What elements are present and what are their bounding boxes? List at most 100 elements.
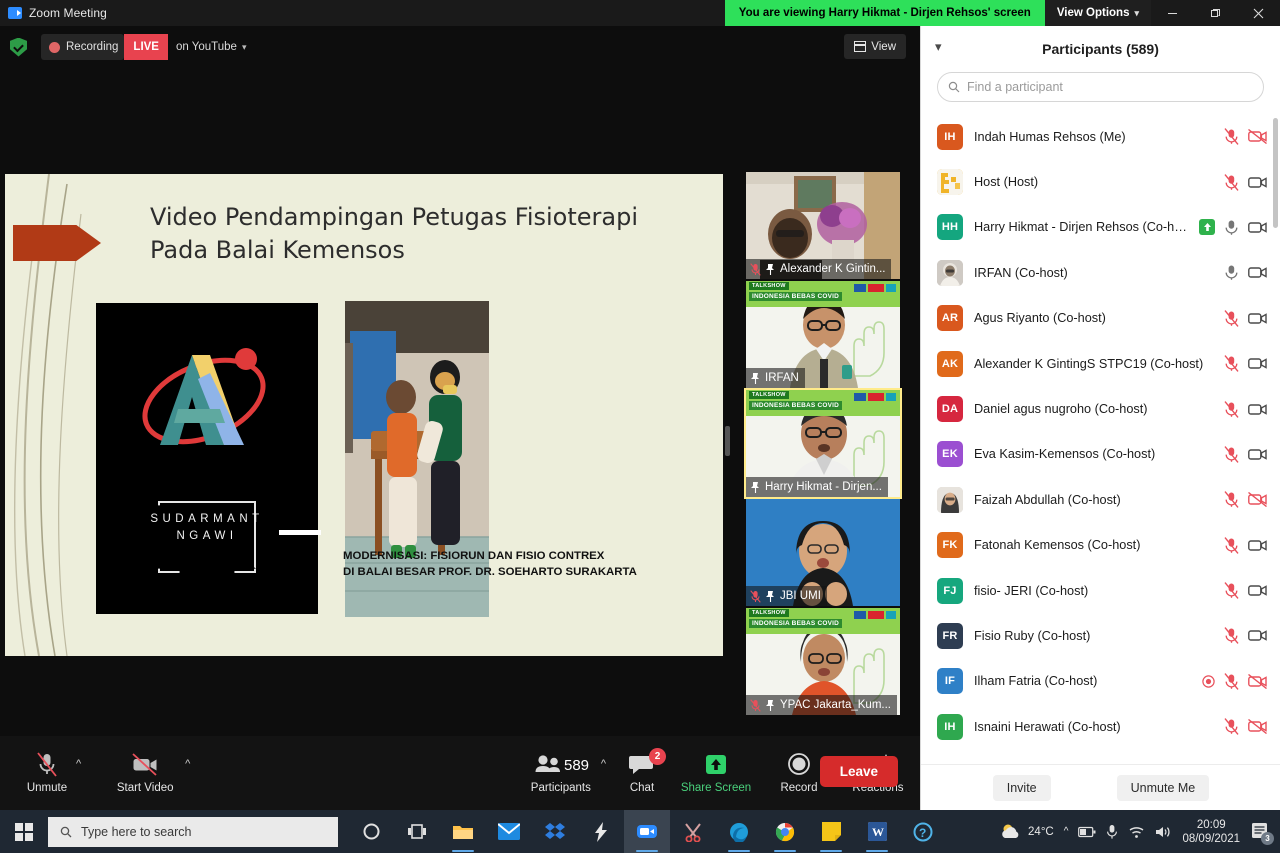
mic-on-icon[interactable] (1224, 219, 1239, 236)
video-off-icon[interactable] (1248, 719, 1267, 735)
search-input[interactable] (967, 80, 1253, 94)
video-on-icon[interactable] (1248, 447, 1267, 462)
video-on-icon[interactable] (1248, 220, 1267, 235)
video-on-icon[interactable] (1248, 311, 1267, 326)
mic-muted-icon[interactable] (1224, 718, 1239, 736)
taskbar-clock[interactable]: 20:09 08/09/2021 (1182, 818, 1240, 846)
mic-muted-icon[interactable] (1224, 582, 1239, 599)
participants-button[interactable]: 589 Participants (517, 736, 605, 810)
taskbar-search[interactable]: Type here to search (48, 816, 338, 847)
share-scroll-handle[interactable] (725, 426, 730, 456)
participant-row[interactable]: IH Isnaini Herawati (Co-host) (921, 704, 1280, 749)
unmute-me-button[interactable]: Unmute Me (1116, 774, 1210, 801)
weather-widget[interactable]: 24°C (1000, 822, 1054, 842)
participant-name: Host (Host) (974, 175, 1039, 190)
help-icon[interactable]: ? (900, 810, 946, 853)
participant-search-box[interactable] (937, 72, 1264, 102)
raise-hand-icon[interactable] (1199, 219, 1215, 236)
share-screen-button[interactable]: Share Screen (670, 736, 762, 810)
chrome-icon[interactable] (762, 810, 808, 853)
mic-muted-icon[interactable] (1224, 491, 1239, 509)
mail-icon[interactable] (486, 810, 532, 853)
recording-indicator[interactable]: Recording (41, 34, 125, 60)
word-icon[interactable]: W (854, 810, 900, 853)
mic-muted-icon[interactable] (1224, 673, 1239, 690)
cortana-icon[interactable] (348, 810, 394, 853)
zoom-icon[interactable] (624, 810, 670, 853)
close-button[interactable] (1237, 0, 1280, 26)
participant-status-icons (1202, 673, 1267, 690)
video-thumbnail-active[interactable]: TALKSHOW INDONESIA BEBAS COVID Harry Hik… (744, 388, 902, 499)
live-destination[interactable]: on YouTube ▾ (168, 34, 255, 60)
video-off-icon[interactable] (1248, 129, 1267, 145)
thumbnail-name: Alexander K Gintin... (780, 263, 886, 275)
participants-list[interactable]: IH Indah Humas Rehsos (Me) Host (Host) HH Ha… (921, 114, 1280, 782)
unmute-button[interactable]: Unmute (16, 736, 78, 810)
participant-row[interactable]: AK Alexander K GintingS STPC19 (Co-host) (921, 341, 1280, 386)
svg-text:589: 589 (564, 757, 589, 774)
participant-row[interactable]: IRFAN (Co-host) (921, 250, 1280, 295)
wifi-icon[interactable] (1128, 825, 1145, 839)
zoom-meeting-window: Zoom Meeting You are viewing Harry Hikma… (0, 0, 1280, 853)
video-thumbnail[interactable]: TALKSHOW INDONESIA BEBAS COVID IRFAN (746, 281, 900, 388)
shared-screen-slide[interactable]: Video Pendampingan Petugas Fisioterapi P… (5, 174, 723, 656)
view-layout-button[interactable]: View (844, 34, 906, 59)
participant-row[interactable]: Host (Host) (921, 159, 1280, 204)
sticky-notes-icon[interactable] (808, 810, 854, 853)
participant-row[interactable]: DA Daniel agus nugroho (Co-host) (921, 386, 1280, 431)
task-view-icon[interactable] (394, 810, 440, 853)
file-explorer-icon[interactable] (440, 810, 486, 853)
invite-button[interactable]: Invite (992, 774, 1051, 801)
encryption-shield-icon[interactable] (10, 37, 27, 57)
volume-icon[interactable] (1155, 825, 1172, 839)
start-button[interactable] (0, 810, 48, 853)
video-on-icon[interactable] (1248, 356, 1267, 371)
view-options-button[interactable]: View Options ▾ (1044, 0, 1151, 26)
video-on-icon[interactable] (1248, 583, 1267, 598)
mic-muted-icon[interactable] (1224, 355, 1239, 372)
show-hidden-icons-chevron-icon[interactable]: ^ (1064, 826, 1069, 837)
mic-on-icon[interactable] (1224, 264, 1239, 281)
maximize-button[interactable] (1194, 0, 1237, 26)
battery-icon[interactable] (1078, 825, 1096, 839)
mic-muted-icon[interactable] (1224, 128, 1239, 146)
participant-row[interactable]: EK Eva Kasim-Kemensos (Co-host) (921, 432, 1280, 477)
microphone-icon[interactable] (1106, 824, 1118, 840)
video-off-icon[interactable] (1248, 673, 1267, 689)
participant-row[interactable]: AR Agus Riyanto (Co-host) (921, 296, 1280, 341)
edge-icon[interactable] (716, 810, 762, 853)
video-on-icon[interactable] (1248, 538, 1267, 553)
video-thumbnail[interactable]: TALKSHOW INDONESIA BEBAS COVID YPAC Jaka… (746, 608, 900, 715)
mic-muted-icon[interactable] (1224, 173, 1239, 191)
minimize-button[interactable] (1151, 0, 1194, 26)
mic-muted-icon[interactable] (1224, 400, 1239, 418)
video-thumbnail[interactable]: Alexander K Gintin... (746, 172, 900, 279)
participant-row[interactable]: FK Fatonah Kemensos (Co-host) (921, 523, 1280, 568)
video-on-icon[interactable] (1248, 402, 1267, 417)
mic-muted-icon[interactable] (1224, 627, 1239, 645)
video-thumbnail[interactable]: JBI UMI (746, 499, 900, 606)
chat-button[interactable]: 2 Chat (614, 736, 670, 810)
participant-row[interactable]: FJ fisio- JERI (Co-host) (921, 568, 1280, 613)
snipping-tool-icon[interactable] (670, 810, 716, 853)
start-video-button[interactable]: Start Video (103, 736, 187, 810)
lightning-app-icon[interactable] (578, 810, 624, 853)
video-on-icon[interactable] (1248, 628, 1267, 643)
participant-row[interactable]: IH Indah Humas Rehsos (Me) (921, 114, 1280, 159)
participant-row[interactable]: HH Harry Hikmat - Dirjen Rehsos (Co-host) (921, 205, 1280, 250)
leave-button[interactable]: Leave (819, 756, 898, 787)
video-off-icon[interactable] (1248, 492, 1267, 508)
participants-scrollbar[interactable] (1273, 118, 1278, 228)
mic-muted-icon[interactable] (1224, 446, 1239, 463)
participant-name: Isnaini Herawati (Co-host) (974, 719, 1121, 734)
video-on-icon[interactable] (1248, 175, 1267, 190)
mic-muted-icon[interactable] (1224, 536, 1239, 554)
video-on-icon[interactable] (1248, 265, 1267, 280)
chevron-down-icon[interactable]: ▾ (935, 39, 942, 55)
participant-row[interactable]: Faizah Abdullah (Co-host) (921, 477, 1280, 522)
participant-row[interactable]: IF Ilham Fatria (Co-host) (921, 659, 1280, 704)
mic-muted-icon[interactable] (1224, 309, 1239, 327)
participant-row[interactable]: FR Fisio Ruby (Co-host) (921, 613, 1280, 658)
dropbox-icon[interactable] (532, 810, 578, 853)
notifications-button[interactable]: 3 (1250, 821, 1274, 845)
